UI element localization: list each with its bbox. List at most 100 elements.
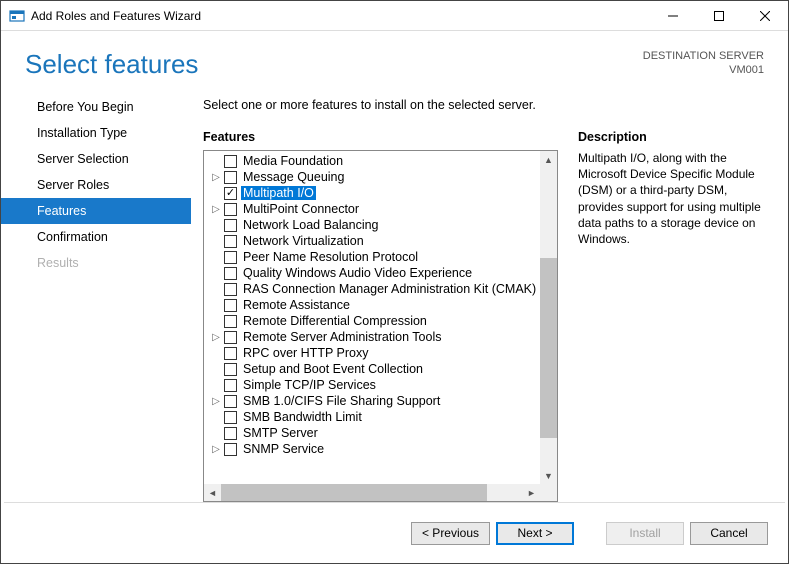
main-panel: Select one or more features to install o… bbox=[191, 90, 788, 502]
nav-item-before-you-begin[interactable]: Before You Begin bbox=[1, 94, 191, 120]
features-listbox: Media Foundation ▷ Message Queuing Multipat… bbox=[203, 150, 558, 502]
feature-label[interactable]: Media Foundation bbox=[241, 154, 345, 168]
feature-label[interactable]: SMB Bandwidth Limit bbox=[241, 410, 364, 424]
feature-label[interactable]: Setup and Boot Event Collection bbox=[241, 362, 425, 376]
feature-row[interactable]: ▷ Message Queuing bbox=[204, 169, 540, 185]
columns: Features Media Foundation ▷ Message Queuin… bbox=[203, 130, 768, 502]
scroll-corner bbox=[540, 484, 557, 501]
feature-row[interactable]: ▷ SMB 1.0/CIFS File Sharing Support bbox=[204, 393, 540, 409]
feature-label[interactable]: Network Load Balancing bbox=[241, 218, 381, 232]
feature-label[interactable]: SNMP Service bbox=[241, 442, 326, 456]
feature-row[interactable]: Peer Name Resolution Protocol bbox=[204, 249, 540, 265]
destination-label: DESTINATION SERVER bbox=[643, 49, 764, 63]
feature-checkbox[interactable] bbox=[224, 235, 237, 248]
feature-checkbox[interactable] bbox=[224, 347, 237, 360]
feature-checkbox[interactable] bbox=[224, 315, 237, 328]
feature-row[interactable]: Remote Differential Compression bbox=[204, 313, 540, 329]
expand-icon[interactable]: ▷ bbox=[210, 395, 222, 407]
titlebar: Add Roles and Features Wizard bbox=[1, 1, 788, 31]
feature-row[interactable]: RPC over HTTP Proxy bbox=[204, 345, 540, 361]
instruction-text: Select one or more features to install o… bbox=[203, 98, 768, 112]
feature-label[interactable]: MultiPoint Connector bbox=[241, 202, 361, 216]
destination-info: DESTINATION SERVER VM001 bbox=[643, 49, 764, 78]
feature-label[interactable]: Message Queuing bbox=[241, 170, 346, 184]
hscroll-track[interactable] bbox=[221, 484, 523, 501]
feature-label[interactable]: Remote Assistance bbox=[241, 298, 352, 312]
hscroll-thumb[interactable] bbox=[221, 484, 487, 501]
nav-item-server-roles[interactable]: Server Roles bbox=[1, 172, 191, 198]
feature-checkbox[interactable] bbox=[224, 219, 237, 232]
feature-checkbox[interactable] bbox=[224, 411, 237, 424]
vscroll-thumb[interactable] bbox=[540, 258, 557, 438]
expand-icon[interactable]: ▷ bbox=[210, 331, 222, 343]
expand-icon[interactable]: ▷ bbox=[210, 203, 222, 215]
feature-row[interactable]: Simple TCP/IP Services bbox=[204, 377, 540, 393]
feature-row[interactable]: SMB Bandwidth Limit bbox=[204, 409, 540, 425]
features-heading: Features bbox=[203, 130, 558, 144]
feature-label[interactable]: Network Virtualization bbox=[241, 234, 366, 248]
scroll-up-button[interactable]: ▲ bbox=[540, 151, 557, 168]
feature-checkbox[interactable] bbox=[224, 171, 237, 184]
feature-row[interactable]: ▷ MultiPoint Connector bbox=[204, 201, 540, 217]
feature-checkbox[interactable] bbox=[224, 379, 237, 392]
wizard-window: Add Roles and Features Wizard Select fea… bbox=[0, 0, 789, 564]
feature-row[interactable]: Remote Assistance bbox=[204, 297, 540, 313]
expand-icon[interactable]: ▷ bbox=[210, 171, 222, 183]
feature-row[interactable]: Network Load Balancing bbox=[204, 217, 540, 233]
vertical-scrollbar[interactable]: ▲ ▼ bbox=[540, 151, 557, 484]
feature-label[interactable]: SMTP Server bbox=[241, 426, 320, 440]
feature-label[interactable]: Simple TCP/IP Services bbox=[241, 378, 378, 392]
horizontal-scrollbar[interactable]: ◄ ► bbox=[204, 484, 557, 501]
nav-item-features[interactable]: Features bbox=[1, 198, 191, 224]
feature-checkbox[interactable] bbox=[224, 299, 237, 312]
feature-row[interactable]: Setup and Boot Event Collection bbox=[204, 361, 540, 377]
maximize-button[interactable] bbox=[696, 1, 742, 31]
feature-label[interactable]: Quality Windows Audio Video Experience bbox=[241, 266, 474, 280]
feature-row[interactable]: Quality Windows Audio Video Experience bbox=[204, 265, 540, 281]
feature-label[interactable]: SMB 1.0/CIFS File Sharing Support bbox=[241, 394, 442, 408]
feature-checkbox[interactable] bbox=[224, 427, 237, 440]
feature-checkbox[interactable] bbox=[224, 203, 237, 216]
feature-checkbox[interactable] bbox=[224, 331, 237, 344]
feature-checkbox[interactable] bbox=[224, 155, 237, 168]
feature-label[interactable]: Remote Server Administration Tools bbox=[241, 330, 443, 344]
nav-item-confirmation[interactable]: Confirmation bbox=[1, 224, 191, 250]
feature-label[interactable]: RAS Connection Manager Administration Ki… bbox=[241, 282, 538, 296]
next-button[interactable]: Next > bbox=[496, 522, 574, 545]
feature-row[interactable]: SMTP Server bbox=[204, 425, 540, 441]
features-list[interactable]: Media Foundation ▷ Message Queuing Multipat… bbox=[204, 151, 540, 484]
header: Select features DESTINATION SERVER VM001 bbox=[1, 31, 788, 90]
previous-button[interactable]: < Previous bbox=[411, 522, 490, 545]
feature-row[interactable]: RAS Connection Manager Administration Ki… bbox=[204, 281, 540, 297]
feature-label[interactable]: RPC over HTTP Proxy bbox=[241, 346, 371, 360]
feature-row[interactable]: Network Virtualization bbox=[204, 233, 540, 249]
feature-checkbox[interactable] bbox=[224, 251, 237, 264]
feature-checkbox[interactable] bbox=[224, 187, 237, 200]
page-title: Select features bbox=[25, 49, 643, 80]
feature-row[interactable]: ▷ SNMP Service bbox=[204, 441, 540, 457]
feature-checkbox[interactable] bbox=[224, 283, 237, 296]
install-button[interactable]: Install bbox=[606, 522, 684, 545]
feature-label[interactable]: Multipath I/O bbox=[241, 186, 316, 200]
scroll-down-button[interactable]: ▼ bbox=[540, 467, 557, 484]
vscroll-track[interactable] bbox=[540, 168, 557, 467]
scroll-right-button[interactable]: ► bbox=[523, 484, 540, 501]
feature-checkbox[interactable] bbox=[224, 363, 237, 376]
nav-item-installation-type[interactable]: Installation Type bbox=[1, 120, 191, 146]
description-text: Multipath I/O, along with the Microsoft … bbox=[578, 150, 768, 247]
feature-label[interactable]: Peer Name Resolution Protocol bbox=[241, 250, 420, 264]
feature-row[interactable]: ▷ Remote Server Administration Tools bbox=[204, 329, 540, 345]
feature-checkbox[interactable] bbox=[224, 267, 237, 280]
nav-item-server-selection[interactable]: Server Selection bbox=[1, 146, 191, 172]
scroll-left-button[interactable]: ◄ bbox=[204, 484, 221, 501]
feature-label[interactable]: Remote Differential Compression bbox=[241, 314, 429, 328]
feature-checkbox[interactable] bbox=[224, 443, 237, 456]
feature-checkbox[interactable] bbox=[224, 395, 237, 408]
expand-icon[interactable]: ▷ bbox=[210, 443, 222, 455]
minimize-button[interactable] bbox=[650, 1, 696, 31]
close-button[interactable] bbox=[742, 1, 788, 31]
cancel-button[interactable]: Cancel bbox=[690, 522, 768, 545]
feature-row[interactable]: Multipath I/O bbox=[204, 185, 540, 201]
feature-row[interactable]: Media Foundation bbox=[204, 153, 540, 169]
features-column: Features Media Foundation ▷ Message Queuin… bbox=[203, 130, 558, 502]
